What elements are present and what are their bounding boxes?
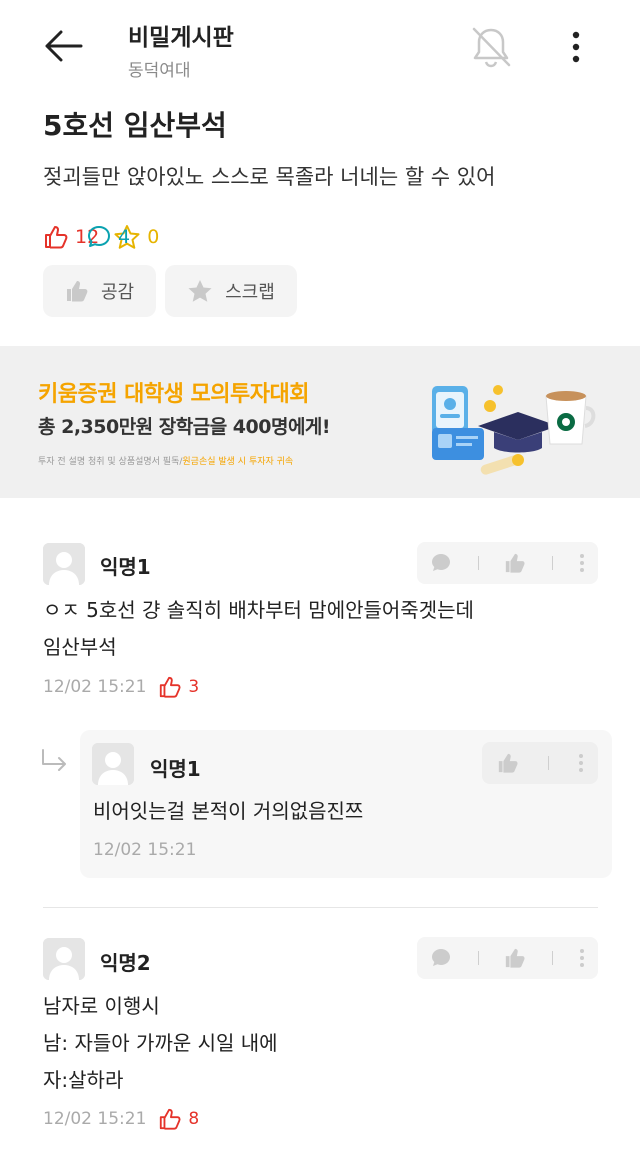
avatar: [92, 743, 134, 785]
thumbs-up-icon[interactable]: [504, 947, 526, 969]
board-subtitle: 동덕여대: [128, 61, 191, 81]
ad-title: 키움증권 대학생 모의투자대회: [38, 382, 309, 407]
scrap-button[interactable]: 스크랩: [165, 265, 297, 317]
back-arrow-icon: [45, 30, 83, 62]
ad-disclaimer: 투자 전 설명 청취 및 상품설명서 필독/원금손실 발생 시 투자자 귀속: [38, 457, 294, 467]
avatar: [43, 938, 85, 980]
divider: [547, 756, 549, 770]
comment-author: 익명1: [100, 555, 151, 579]
bell-off-icon: [472, 27, 511, 68]
reply-meta: 12/02 15:21: [93, 840, 208, 860]
comment-author: 익명2: [100, 951, 151, 975]
more-vertical-icon[interactable]: [579, 948, 585, 968]
ad-illustration: [432, 385, 596, 475]
reply-arrow-icon: [42, 749, 66, 771]
reply-timestamp: 12/02 15:21: [93, 840, 197, 860]
post-stats: 12 4 0: [43, 222, 173, 252]
ad-banner[interactable]: 키움증권 대학생 모의투자대회 총 2,350만원 장학금을 400명에게! 투…: [0, 346, 640, 498]
reply-actions: [482, 742, 598, 784]
divider: [552, 951, 554, 965]
comment-bubble-icon[interactable]: [430, 947, 452, 969]
comment-like-count: 3: [188, 677, 200, 697]
thumbs-up-icon[interactable]: [504, 552, 526, 574]
comment-divider: [43, 907, 598, 908]
comment-text: 남자로 이행시 남: 자들아 가까운 시일 내에 자:살하라: [43, 994, 278, 1092]
anonymous-avatar-icon: [92, 743, 134, 785]
comment-timestamp: 12/02 15:21: [43, 677, 147, 697]
more-vertical-icon[interactable]: [579, 553, 585, 573]
divider: [477, 556, 479, 570]
anonymous-avatar-icon: [43, 543, 85, 585]
divider: [552, 556, 554, 570]
comment-bubble-icon[interactable]: [430, 552, 452, 574]
comment-count: 4: [86, 224, 640, 250]
anonymous-avatar-icon: [43, 938, 85, 980]
more-vertical-icon: [572, 31, 580, 63]
comment-like-count: 8: [188, 1109, 200, 1129]
notification-toggle-button[interactable]: [466, 24, 516, 70]
more-vertical-icon[interactable]: [578, 753, 584, 773]
comment-meta: 12/02 15:21 3: [43, 675, 199, 699]
comment-meta: 12/02 15:21 8: [43, 1107, 199, 1131]
thumbs-up-icon: [160, 1108, 181, 1130]
thumbs-up-icon: [67, 281, 88, 302]
comment-actions: [417, 542, 598, 584]
thumbs-up-icon[interactable]: [497, 752, 519, 774]
like-button[interactable]: 공감: [43, 265, 157, 317]
reply-text: 비어잇는걸 본적이 거의없음진쯔: [93, 799, 364, 823]
comment-text: ㅇㅈ 5호선 걍 솔직히 배차부터 맘에안들어죽겟는데 임산부석: [43, 598, 474, 659]
comment-bubble-icon: [88, 226, 110, 247]
thumbs-up-icon: [160, 676, 181, 698]
ad-subtitle: 총 2,350만원 장학금을 400명에게!: [38, 416, 331, 438]
post-title: 5호선 임산부석: [43, 109, 227, 142]
star-icon: [188, 280, 212, 302]
more-options-button[interactable]: [560, 26, 592, 68]
comment-actions: [417, 937, 598, 979]
back-button[interactable]: [38, 26, 88, 66]
thumbs-up-icon: [45, 226, 68, 249]
divider: [477, 951, 479, 965]
avatar: [43, 543, 85, 585]
top-bar: 비밀게시판 동덕여대: [0, 0, 640, 92]
reply-author: 익명1: [150, 757, 201, 781]
comment-timestamp: 12/02 15:21: [43, 1109, 147, 1129]
post-actions: 공감 스크랩: [43, 265, 306, 317]
board-title: 비밀게시판: [128, 25, 234, 51]
post-body: 젖괴들만 앉아있노 스스로 목졸라 너네는 할 수 있어: [43, 165, 496, 189]
